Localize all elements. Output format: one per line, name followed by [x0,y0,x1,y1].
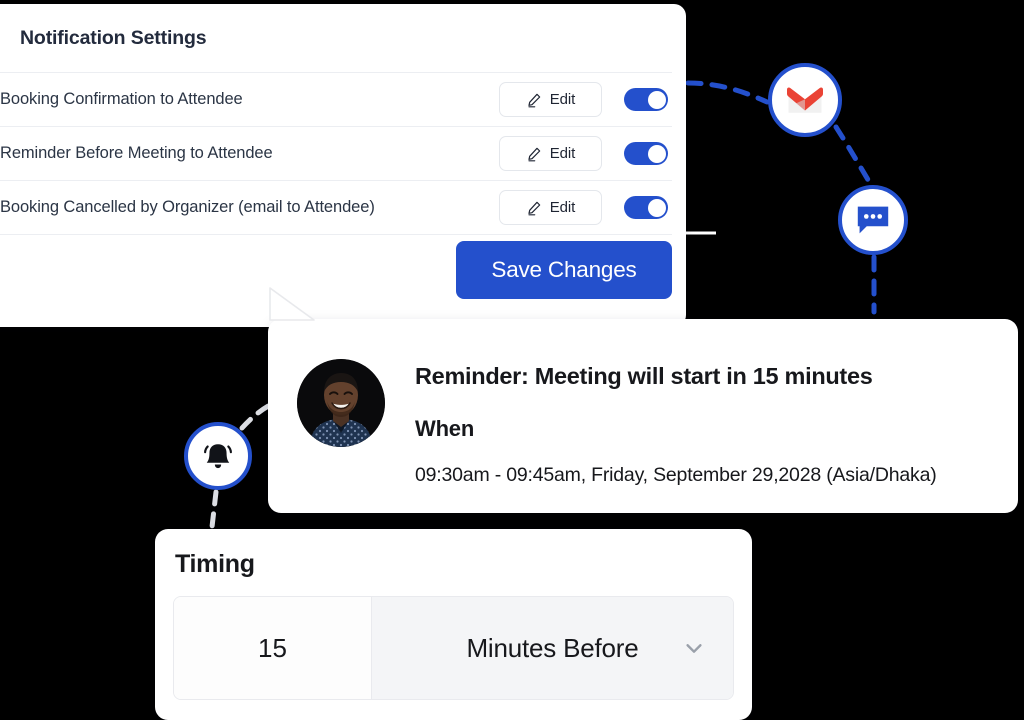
toggle-booking-confirmation[interactable] [624,88,668,111]
reminder-card-tail [269,287,315,321]
toggle-knob [647,144,666,163]
edit-button-label: Edit [549,199,576,216]
save-changes-button[interactable]: Save Changes [456,241,672,299]
pencil-icon [528,201,541,215]
edit-button-booking-confirmation[interactable]: Edit [499,82,602,117]
gmail-icon [787,87,823,113]
divider [0,234,672,235]
avatar [297,359,385,447]
notification-settings-panel: Notification Settings Booking Confirmati… [0,4,686,327]
setting-row-booking-cancelled: Booking Cancelled by Organizer (email to… [0,181,672,234]
bell-icon [204,444,232,469]
timing-unit-label: Minutes Before [466,632,639,663]
setting-row-label: Booking Cancelled by Organizer (email to… [0,198,375,216]
chat-badge[interactable] [838,185,908,255]
setting-row-booking-confirmation: Booking Confirmation to Attendee Edit [0,73,672,126]
reminder-title: Reminder: Meeting will start in 15 minut… [415,363,873,389]
setting-row-reminder-before-meeting: Reminder Before Meeting to Attendee Edit [0,127,672,180]
timing-unit-select[interactable]: Minutes Before [372,597,733,699]
reminder-datetime: 09:30am - 09:45am, Friday, September 29,… [415,464,937,486]
chevron-down-icon [686,644,702,653]
toggle-knob [647,90,666,109]
pencil-icon [528,147,541,161]
avatar-photo [297,359,385,447]
timing-title: Timing [175,550,255,578]
reminder-popup-card: Reminder: Meeting will start in 15 minut… [268,319,1018,513]
timing-amount-input[interactable]: 15 [174,597,372,699]
toggle-reminder-before-meeting[interactable] [624,142,668,165]
setting-row-label: Booking Confirmation to Attendee [0,90,243,108]
edit-button-label: Edit [549,91,576,108]
bell-badge[interactable] [184,422,252,490]
setting-row-label: Reminder Before Meeting to Attendee [0,144,273,162]
timing-card: Timing 15 Minutes Before [155,529,752,720]
edit-button-booking-cancelled[interactable]: Edit [499,190,602,225]
chat-bubble-icon [857,206,889,234]
edit-button-label: Edit [549,145,576,162]
gmail-badge[interactable] [768,63,842,137]
toggle-knob [647,198,666,217]
illustration-stage: Notification Settings Booking Confirmati… [0,0,1024,720]
toggle-booking-cancelled[interactable] [624,196,668,219]
reminder-when-label: When [415,416,475,441]
page-title: Notification Settings [20,27,207,49]
pencil-icon [528,93,541,107]
edit-button-reminder-before-meeting[interactable]: Edit [499,136,602,171]
timing-control: 15 Minutes Before [173,596,734,700]
